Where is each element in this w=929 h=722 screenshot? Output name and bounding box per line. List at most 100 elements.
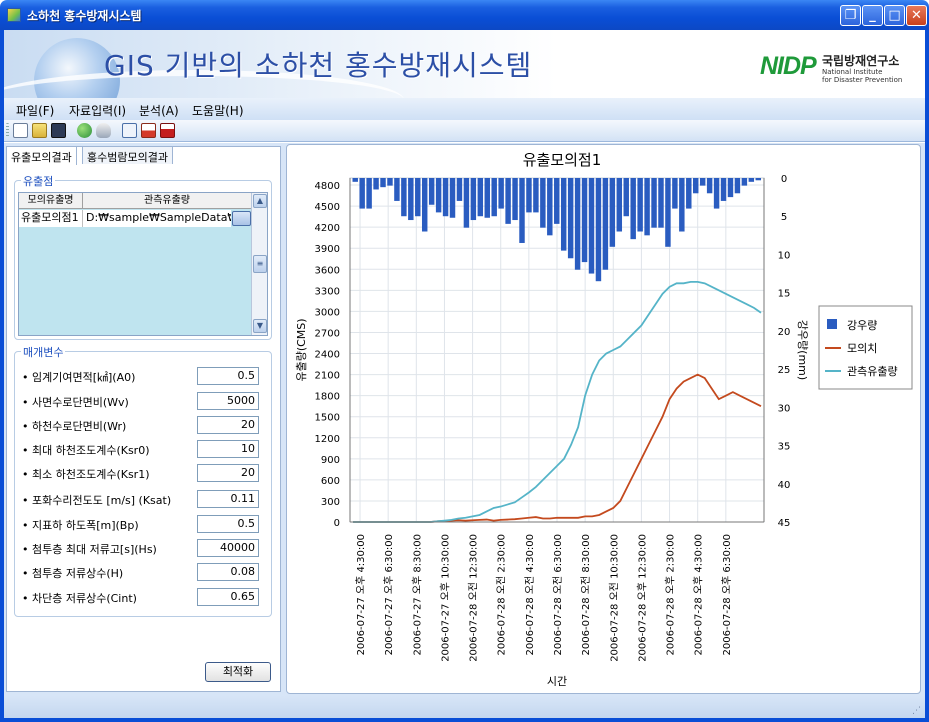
x-tick-label: 2006-07-28 오전 2:30:00	[496, 534, 508, 655]
rain-bar	[595, 178, 602, 282]
y-tick-label: 4800	[315, 181, 340, 192]
param-input[interactable]: 20	[197, 464, 259, 482]
y2-tick-label: 15	[778, 289, 791, 300]
scroll-thumb[interactable]: ≡	[253, 255, 267, 273]
rain-bar	[609, 178, 616, 247]
grid-scrollbar[interactable]: ▲ ≡ ▼	[251, 193, 267, 335]
x-tick-label: 2006-07-28 오후 12:30:00	[636, 534, 648, 662]
rain-bar	[720, 178, 727, 201]
rain-bar	[526, 178, 532, 213]
menu-analysis[interactable]: 분석(A)	[139, 102, 179, 119]
new-file-icon[interactable]	[13, 123, 28, 138]
param-input[interactable]: 0.5	[197, 515, 259, 533]
chart-panel: 유출모의점1 0 300 600 900 1200 1500 1800 2100 2400 2700…	[286, 144, 921, 694]
y2-tick-label: 45	[778, 518, 791, 529]
rain-bar	[679, 178, 685, 232]
rain-bar	[401, 178, 407, 217]
toolbar	[4, 120, 925, 142]
rain-bar	[706, 178, 713, 194]
resize-grip-icon[interactable]: ⋰	[912, 706, 921, 716]
cloud-icon[interactable]	[96, 123, 111, 138]
rain-bar	[665, 178, 671, 247]
rain-bar	[741, 178, 748, 186]
column-header-name[interactable]: 모의유출명	[19, 193, 83, 209]
x-axis-title: 시간	[547, 675, 567, 688]
rain-bar	[449, 178, 456, 218]
rain-bar	[408, 178, 414, 221]
rain-bar	[415, 178, 421, 217]
runoff-chart: 유출모의점10300600900120015001800210024002700…	[295, 151, 913, 688]
rain-bar	[686, 178, 692, 209]
rain-bar	[748, 178, 755, 182]
param-input[interactable]: 0.5	[197, 367, 259, 385]
param-input[interactable]: 0.08	[197, 563, 259, 581]
rain-bar	[734, 178, 741, 194]
minimize-button[interactable]: _	[862, 5, 883, 26]
column-header-observed[interactable]: 관측유출량	[83, 193, 251, 209]
param-input[interactable]: 5000	[197, 392, 259, 410]
rain-bar	[623, 178, 629, 217]
param-input[interactable]: 0.11	[197, 490, 259, 508]
rain-bar	[359, 178, 365, 209]
scroll-up-icon[interactable]: ▲	[253, 194, 267, 208]
optimize-button[interactable]: 최적화	[205, 662, 271, 682]
x-tick-label: 2006-07-28 오전 8:30:00	[580, 534, 592, 655]
restore-button[interactable]: ❐	[840, 5, 861, 26]
legend-label: 강우량	[847, 319, 877, 332]
open-folder-icon[interactable]	[32, 123, 47, 138]
legend-swatch	[827, 319, 837, 329]
tab-flood-result[interactable]: 홍수범람모의결과	[82, 146, 173, 164]
param-input[interactable]: 40000	[197, 539, 259, 557]
logo-name: 국립방재연구소	[822, 54, 900, 68]
toolbar-grip	[6, 123, 9, 138]
rain-bar	[672, 178, 678, 209]
param-label: • 차단층 저류상수(Cint)	[22, 592, 137, 605]
document-icon[interactable]	[122, 123, 137, 138]
grid-cell-path[interactable]: D:₩sample₩SampleData₩	[83, 210, 231, 227]
close-button[interactable]: ✕	[906, 5, 927, 26]
rain-bar	[547, 178, 553, 236]
param-input[interactable]: 10	[197, 440, 259, 458]
scroll-down-icon[interactable]: ▼	[253, 319, 267, 333]
y2-tick-label: 30	[778, 403, 791, 414]
globe-icon[interactable]	[77, 123, 92, 138]
tab-runoff-result[interactable]: 유출모의결과	[6, 146, 77, 165]
param-input[interactable]: 0.65	[197, 588, 259, 606]
browse-button[interactable]	[232, 211, 251, 226]
y-tick-label: 300	[321, 497, 340, 508]
x-tick-label: 2006-07-28 오후 4:30:00	[693, 534, 705, 655]
save-icon[interactable]	[51, 123, 66, 138]
report-icon[interactable]	[141, 123, 156, 138]
maximize-button[interactable]: □	[884, 5, 905, 26]
menu-help[interactable]: 도움말(H)	[192, 102, 244, 119]
rain-bar	[651, 178, 657, 228]
params-group-title: 매개변수	[21, 344, 66, 360]
header-banner: GIS 기반의 소하천 홍수방재시스템 NIDP 국립방재연구소 Nationa…	[4, 30, 925, 98]
y-tick-label: 1500	[315, 413, 340, 424]
outlet-group-title: 유출점	[21, 173, 56, 189]
pdf-icon[interactable]	[160, 123, 175, 138]
nidp-logo: NIDP	[760, 52, 817, 80]
x-tick-label: 2006-07-28 오전 10:30:00	[608, 534, 620, 662]
menu-file[interactable]: 파일(F)	[16, 102, 54, 119]
legend-label: 관측유출량	[847, 365, 898, 378]
param-label: • 사면수로단면비(Wv)	[22, 396, 129, 409]
rain-bar	[699, 178, 706, 186]
rain-bar	[477, 178, 484, 217]
x-tick-label: 2006-07-28 오후 6:30:00	[721, 534, 733, 655]
grid-cell-name[interactable]: 유출모의점1	[19, 210, 83, 227]
param-label: • 첨투층 최대 저류고[s](Hs)	[22, 543, 157, 556]
rain-bar	[540, 178, 546, 228]
y-tick-label: 2700	[315, 328, 340, 339]
param-input[interactable]: 20	[197, 416, 259, 434]
y2-tick-label: 25	[778, 365, 791, 376]
rain-bar	[616, 178, 623, 232]
menu-data-input[interactable]: 자료입력(I)	[69, 102, 126, 119]
rain-bar	[567, 178, 574, 259]
rain-bar	[727, 178, 734, 198]
x-tick-label: 2006-07-28 오전 4:30:00	[524, 534, 536, 655]
param-label: • 포화수리전도도 [m/s] (Ksat)	[22, 494, 172, 507]
y2-axis-title: 강우량(mm)	[796, 320, 809, 380]
status-bar: ⋰	[4, 696, 925, 718]
param-label: • 지표하 하도폭[m](Bp)	[22, 519, 139, 532]
